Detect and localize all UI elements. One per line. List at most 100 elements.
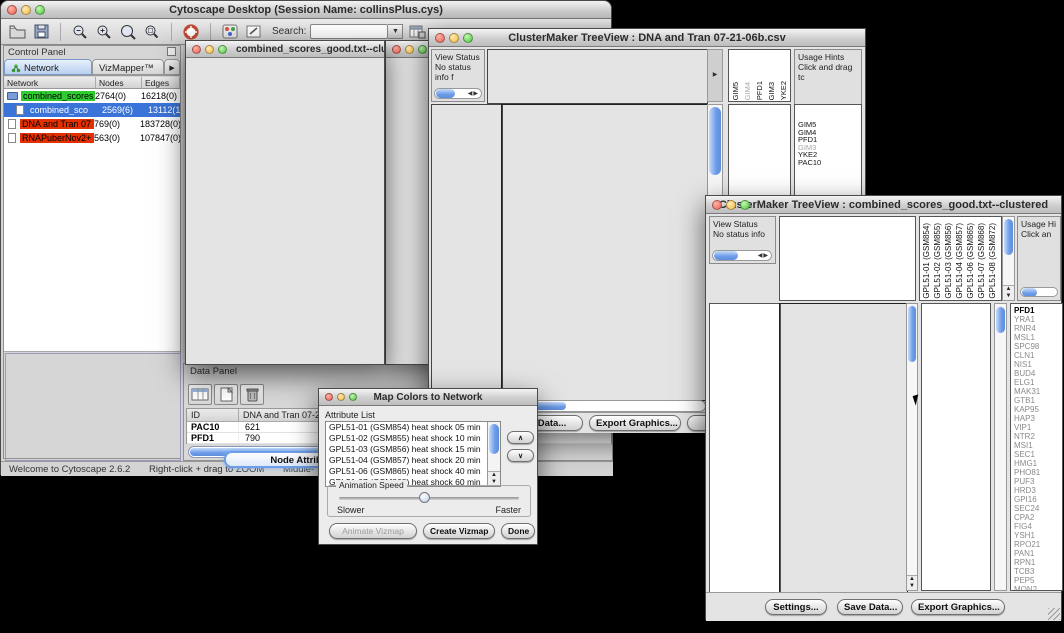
col-id[interactable]: ID	[187, 409, 239, 421]
speed-slider-thumb[interactable]	[419, 492, 430, 503]
close-button[interactable]	[712, 200, 722, 210]
gene-label[interactable]: VIP1	[1014, 423, 1062, 432]
minimize-button[interactable]	[726, 200, 736, 210]
gene-label[interactable]: YSH1	[1014, 531, 1062, 540]
open-session-button[interactable]	[7, 22, 28, 42]
treeview2-titlebar[interactable]: ClusterMaker TreeView : combined_scores_…	[706, 196, 1061, 214]
move-up-button[interactable]: ∧	[507, 431, 534, 444]
gene-label[interactable]: ELG1	[1014, 378, 1062, 387]
search-input[interactable]	[310, 24, 388, 39]
tv2-status-scrollbar[interactable]: ◀▶	[712, 250, 772, 261]
gene-label[interactable]: PAN1	[1014, 549, 1062, 558]
tv1-status-scrollbar[interactable]: ◀▶	[434, 88, 482, 99]
gene-label[interactable]: NTR2	[1014, 432, 1062, 441]
gene-label[interactable]: GTB1	[1014, 396, 1062, 405]
import-table-button[interactable]	[407, 22, 428, 42]
tv1-heatmap[interactable]	[501, 104, 708, 401]
gene-label[interactable]: NIS1	[1014, 360, 1062, 369]
gene-label[interactable]: GPI16	[1014, 495, 1062, 504]
gene-label[interactable]: HMG1	[1014, 459, 1062, 468]
delete-attribute-button[interactable]	[240, 384, 264, 405]
attribute-item[interactable]: GPL51-04 (GSM857) heat shock 20 min	[326, 455, 500, 466]
attribute-item[interactable]: GPL51-01 (GSM854) heat shock 05 min	[326, 422, 500, 433]
annotation-button[interactable]	[244, 22, 264, 42]
tv2-zoom-scrollbar[interactable]	[994, 303, 1007, 591]
scroll-thumb[interactable]	[709, 107, 721, 175]
attribute-list[interactable]: GPL51-01 (GSM854) heat shock 05 minGPL51…	[325, 421, 501, 487]
scroll-arrows[interactable]: ▲▼	[907, 575, 917, 590]
resize-grip[interactable]	[1048, 608, 1060, 620]
attribute-list-scrollbar[interactable]: ▲▼	[487, 422, 500, 486]
dialog-titlebar[interactable]: Map Colors to Network	[319, 389, 537, 406]
tv2-row-dendrogram[interactable]	[709, 303, 781, 593]
done-button[interactable]: Done	[501, 523, 535, 539]
tv1-export-graphics-button[interactable]: Export Graphics...	[589, 415, 681, 431]
zoom-fit-button[interactable]	[118, 22, 138, 42]
gene-label[interactable]: RNR4	[1014, 324, 1062, 333]
main-titlebar[interactable]: Cytoscape Desktop (Session Name: collins…	[1, 1, 611, 19]
gene-label[interactable]: SEC24	[1014, 504, 1062, 513]
scroll-thumb[interactable]	[489, 424, 499, 454]
vizmapper-button[interactable]	[220, 22, 240, 42]
tab-network[interactable]: Network	[4, 59, 92, 75]
gene-label[interactable]: PEP5	[1014, 576, 1062, 585]
close-button[interactable]	[7, 5, 17, 15]
network-list-row[interactable]: RNAPuberNov2+563(0)107847(0)	[4, 131, 180, 145]
network-list-row[interactable]: DNA and Tran 07769(0)183728(0)	[4, 117, 180, 131]
gene-label[interactable]: PUF3	[1014, 477, 1062, 486]
gene-label[interactable]: YRA1	[1014, 315, 1062, 324]
gene-label[interactable]: PHO81	[1014, 468, 1062, 477]
zoom-in-button[interactable]	[94, 22, 114, 42]
close-button[interactable]	[325, 393, 333, 401]
gene-label[interactable]: MAK31	[1014, 387, 1062, 396]
gene-label[interactable]: PFD1	[1014, 306, 1062, 315]
tv2-column-tree-area[interactable]	[779, 216, 916, 301]
tv1-row-dendrogram[interactable]	[431, 104, 503, 401]
zoom-button[interactable]	[463, 33, 473, 43]
animate-vizmap-button[interactable]: Animate Vizmap	[329, 523, 417, 539]
gene-label[interactable]: RPO21	[1014, 540, 1062, 549]
network1-titlebar[interactable]: combined_scores_good.txt--cluste...	[186, 41, 384, 58]
tv2-zoom-heatmap[interactable]	[924, 308, 988, 588]
network1-canvas[interactable]	[186, 58, 384, 364]
float-panel-icon[interactable]	[167, 47, 176, 56]
gene-label[interactable]: CLN1	[1014, 351, 1062, 360]
tab-vizmapper[interactable]: VizMapper™	[92, 59, 164, 75]
tv2-col-labels-scrollbar[interactable]: ▲▼	[1002, 216, 1015, 301]
zoom-button[interactable]	[740, 200, 750, 210]
col-edges[interactable]: Edges	[142, 77, 180, 88]
gene-label[interactable]: BUD4	[1014, 369, 1062, 378]
scroll-thumb[interactable]	[436, 89, 455, 98]
gene-label[interactable]: HRD3	[1014, 486, 1062, 495]
close-button[interactable]	[435, 33, 445, 43]
attribute-item[interactable]: GPL51-02 (GSM855) heat shock 10 min	[326, 433, 500, 444]
tv2-heatmap-scrollbar[interactable]: ▲▼	[906, 303, 918, 591]
scroll-thumb[interactable]	[996, 307, 1005, 333]
gene-label[interactable]: KAP95	[1014, 405, 1062, 414]
tv2-settings-button[interactable]: Settings...	[765, 599, 827, 615]
zoom-button[interactable]	[218, 45, 227, 54]
zoom-button[interactable]	[35, 5, 45, 15]
zoom-selected-button[interactable]	[142, 22, 162, 42]
scroll-thumb[interactable]	[1004, 219, 1013, 255]
tv2-export-graphics-button[interactable]: Export Graphics...	[911, 599, 1005, 615]
gene-label[interactable]: TCB3	[1014, 567, 1062, 576]
network-list-row[interactable]: combined_scores2764(0)16218(0)	[4, 89, 180, 103]
col-nodes[interactable]: Nodes	[96, 77, 142, 88]
gene-label[interactable]: HAP3	[1014, 414, 1062, 423]
gene-label[interactable]: RPN1	[1014, 558, 1062, 567]
gene-label[interactable]: MSI1	[1014, 441, 1062, 450]
scroll-arrows[interactable]: ◀▶	[468, 89, 481, 99]
attribute-item[interactable]: GPL51-06 (GSM865) heat shock 40 min	[326, 466, 500, 477]
zoom-out-button[interactable]	[70, 22, 90, 42]
create-vizmap-button[interactable]: Create Vizmap	[423, 523, 495, 539]
minimize-button[interactable]	[405, 45, 414, 54]
tv2-hints-scrollbar[interactable]	[1020, 287, 1058, 297]
scroll-arrows[interactable]: ▲▼	[488, 471, 500, 486]
zoom-button[interactable]	[418, 45, 427, 54]
table-mode-button[interactable]	[188, 384, 212, 405]
col-network[interactable]: Network	[4, 77, 96, 88]
tv2-save-data-button[interactable]: Save Data...	[837, 599, 903, 615]
network-list-row[interactable]: combined_sco2569(6)13112(15)	[4, 103, 180, 117]
gene-label[interactable]: MSL1	[1014, 333, 1062, 342]
